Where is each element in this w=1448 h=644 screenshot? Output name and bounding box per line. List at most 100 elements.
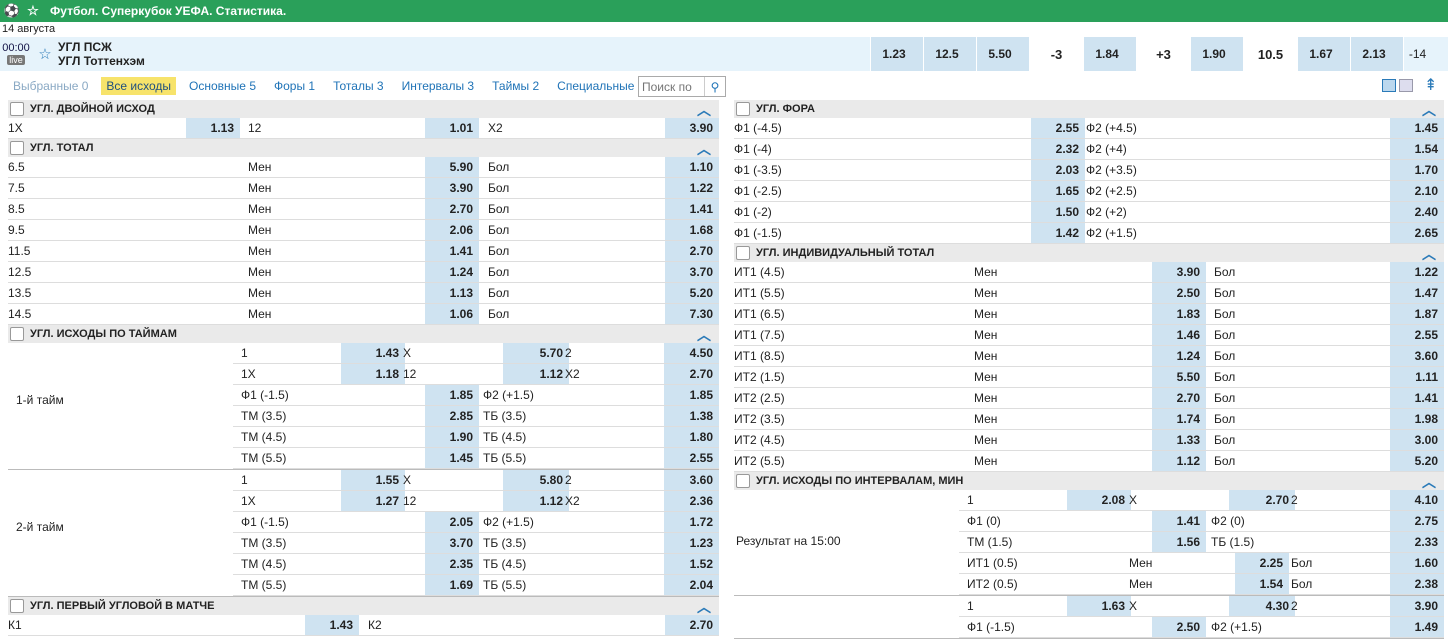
odd-cell[interactable]: 2.36 <box>664 491 719 511</box>
odd-cell[interactable]: 1.45 <box>1390 118 1444 138</box>
odd-cell[interactable]: 1.12 <box>503 364 569 384</box>
odd-cell[interactable]: 2.38 <box>1390 574 1444 594</box>
odd-cell[interactable]: 2.70 <box>1229 490 1295 510</box>
odd-cell[interactable]: 4.10 <box>1390 490 1444 510</box>
odd-cell[interactable]: 1.13 <box>186 118 240 138</box>
odd-cell[interactable]: 4.50 <box>664 343 719 363</box>
odd-cell[interactable]: 3.60 <box>1390 346 1444 366</box>
odd-cell[interactable]: 1.49 <box>1390 617 1444 637</box>
odd-cell[interactable]: 4.30 <box>1229 596 1295 616</box>
odd-cell[interactable]: 2.70 <box>665 241 719 261</box>
teams[interactable]: УГЛ ПСЖ УГЛ Тоттенхэм <box>58 40 870 68</box>
odd-cell[interactable]: 1.54 <box>1390 139 1444 159</box>
odd-cell[interactable]: 1.63 <box>1067 596 1131 616</box>
odd-cell[interactable]: 2.32 <box>1031 139 1085 159</box>
chevron-up-icon[interactable]: ︿ <box>697 325 711 345</box>
odd-cell[interactable]: 2.65 <box>1390 223 1444 243</box>
odd-cell[interactable]: 1.12 <box>503 491 569 511</box>
section-checkbox[interactable] <box>10 327 24 341</box>
odd-cell[interactable]: 5.50 <box>1152 367 1206 387</box>
section-header[interactable]: УГЛ. ИСХОДЫ ПО ТАЙМАМ ︿ <box>8 325 719 343</box>
star-icon[interactable]: ☆ <box>24 3 42 19</box>
odd-cell[interactable]: 1.52 <box>664 554 719 574</box>
filter-tab[interactable]: Специальные 4 <box>552 77 649 95</box>
chevron-up-icon[interactable]: ︿ <box>697 139 711 159</box>
odd-cell[interactable]: 1.43 <box>305 615 359 635</box>
odd-cell[interactable]: 2.06 <box>425 220 479 240</box>
filter-tab[interactable]: Все исходы <box>101 76 177 95</box>
odd-cell[interactable]: 1.85 <box>425 385 479 405</box>
section-checkbox[interactable] <box>736 102 750 116</box>
filter-tab[interactable]: Таймы 2 <box>487 77 544 95</box>
odd-cell[interactable]: 2.50 <box>1152 283 1206 303</box>
chevron-up-icon[interactable]: ︿ <box>697 597 711 617</box>
odd-cell[interactable]: 2.33 <box>1390 532 1444 552</box>
odd-cell[interactable]: 3.90 <box>425 178 479 198</box>
filter-tab[interactable]: Тоталы 3 <box>328 77 388 95</box>
odd-cell[interactable]: 5.90 <box>425 157 479 177</box>
odd-cell[interactable]: 1.10 <box>665 157 719 177</box>
odd-cell[interactable]: 2.08 <box>1067 490 1131 510</box>
odd-cell[interactable]: 2.05 <box>425 512 479 532</box>
filter-tab[interactable]: Форы 1 <box>269 77 320 95</box>
odd-cell[interactable]: 1.41 <box>665 199 719 219</box>
odd-cell[interactable]: 1.98 <box>1390 409 1444 429</box>
odd-cell[interactable]: 1.23 <box>664 533 719 553</box>
odd-cell[interactable]: 2.35 <box>425 554 479 574</box>
odd-cell[interactable]: 3.60 <box>664 470 719 490</box>
search-input[interactable] <box>639 78 704 95</box>
odd-cell[interactable]: 1.54 <box>1235 574 1289 594</box>
odd-cell[interactable]: 1.83 <box>1152 304 1206 324</box>
section-checkbox[interactable] <box>10 141 24 155</box>
odd-cell[interactable]: 1.41 <box>425 241 479 261</box>
odd-cell[interactable]: 1.18 <box>341 364 405 384</box>
odd-cell[interactable]: 1.24 <box>425 262 479 282</box>
odd-cell[interactable]: 1.41 <box>1390 388 1444 408</box>
odd-cell[interactable]: 1.11 <box>1390 367 1444 387</box>
odd-cell[interactable]: 1.06 <box>425 304 479 324</box>
search-icon[interactable]: ⚲ <box>704 77 725 96</box>
odd-cell[interactable]: 1.69 <box>425 575 479 595</box>
search-box[interactable]: ⚲ <box>638 76 726 97</box>
odd-cell[interactable]: 1.65 <box>1031 181 1085 201</box>
section-checkbox[interactable] <box>736 246 750 260</box>
odd-cell[interactable]: 3.00 <box>1390 430 1444 450</box>
odd-cell[interactable]: 1.01 <box>425 118 479 138</box>
collapse-all-icon[interactable]: ⇞ <box>1424 75 1437 95</box>
section-header[interactable]: УГЛ. ФОРА ︿ <box>734 100 1444 118</box>
odd-cell[interactable]: 3.70 <box>425 533 479 553</box>
section-checkbox[interactable] <box>736 474 750 488</box>
odd-cell[interactable]: 2.25 <box>1235 553 1289 573</box>
odd-cell[interactable]: 1.67 <box>1297 37 1350 71</box>
odd-cell[interactable]: 1.45 <box>425 448 479 468</box>
odd-cell[interactable]: 1.38 <box>664 406 719 426</box>
odd-cell[interactable]: 1.13 <box>425 283 479 303</box>
odd-cell[interactable]: 1.90 <box>1190 37 1243 71</box>
filter-tab[interactable]: Выбранные 0 <box>8 77 93 95</box>
odd-cell[interactable]: 2.03 <box>1031 160 1085 180</box>
odd-cell[interactable]: 1.84 <box>1083 37 1136 71</box>
odd-cell[interactable]: 2.75 <box>1390 511 1444 531</box>
section-header[interactable]: УГЛ. ИНДИВИДУАЛЬНЫЙ ТОТАЛ ︿ <box>734 244 1444 262</box>
odd-cell[interactable]: 1.27 <box>341 491 405 511</box>
chevron-up-icon[interactable]: ︿ <box>1422 244 1436 264</box>
filter-tab[interactable]: Интервалы 3 <box>397 77 480 95</box>
one-column-view-icon[interactable] <box>1399 79 1413 92</box>
odd-cell[interactable]: 2.70 <box>1152 388 1206 408</box>
odd-cell[interactable]: 1.70 <box>1390 160 1444 180</box>
odd-cell[interactable]: 1.60 <box>1390 553 1444 573</box>
odd-cell[interactable]: 5.50 <box>976 37 1029 71</box>
odd-cell[interactable]: 2.70 <box>425 199 479 219</box>
odd-cell[interactable]: 7.30 <box>665 304 719 324</box>
odd-cell[interactable]: 1.56 <box>1152 532 1206 552</box>
odd-cell[interactable]: 1.43 <box>341 343 405 363</box>
odd-cell[interactable]: 2.85 <box>425 406 479 426</box>
odd-cell[interactable]: 1.87 <box>1390 304 1444 324</box>
odd-cell[interactable]: 3.90 <box>665 118 719 138</box>
odd-cell[interactable]: 1.85 <box>664 385 719 405</box>
odd-cell[interactable]: 2.70 <box>665 615 719 635</box>
odd-cell[interactable]: 2.13 <box>1350 37 1403 71</box>
odd-cell[interactable]: 5.80 <box>503 470 569 490</box>
filter-tab[interactable]: Основные 5 <box>184 77 261 95</box>
odd-cell[interactable]: 2.04 <box>664 575 719 595</box>
